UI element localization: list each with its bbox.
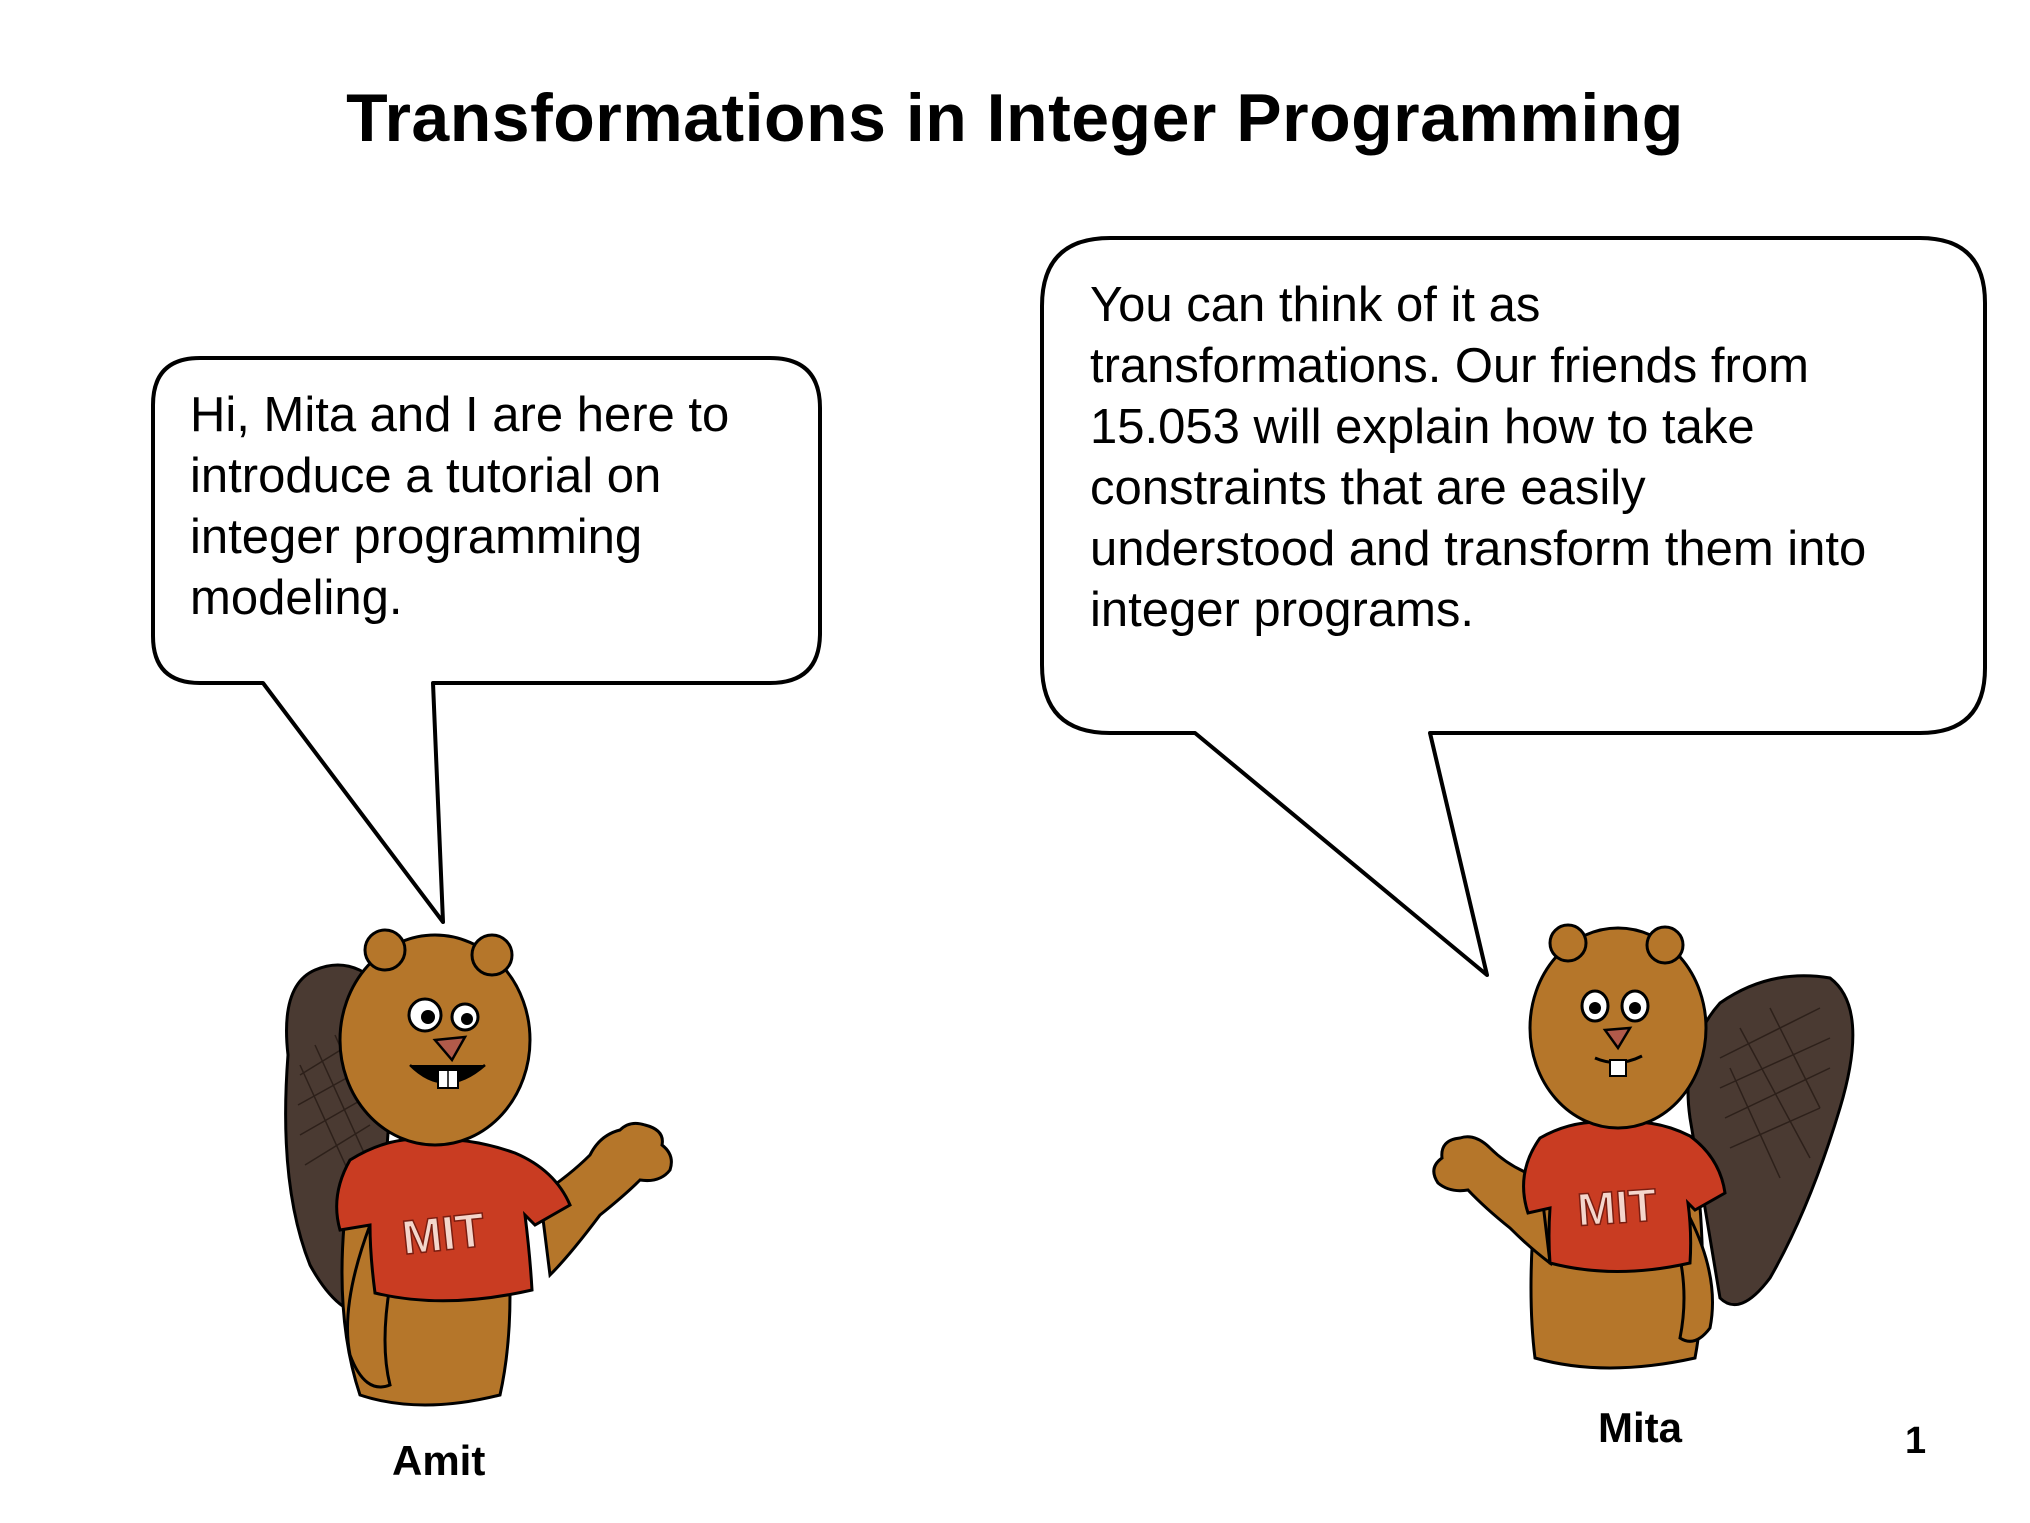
- right-ear: [470, 933, 514, 977]
- left-ear: [1548, 923, 1588, 963]
- mita-beaver-illustration: MIT: [1432, 923, 1855, 1370]
- amit-shirt-text: MIT: [400, 1204, 488, 1265]
- amit-beaver-illustration: MIT: [284, 928, 673, 1407]
- tail: [1686, 974, 1855, 1307]
- mita-name-label: Mita: [1598, 1404, 1682, 1451]
- page-number: 1: [1905, 1420, 1927, 1462]
- amit-name-label: Amit: [392, 1437, 486, 1484]
- right-speech-text: You can think of it as transformations. …: [1090, 278, 1867, 637]
- mita-shirt-text: MIT: [1576, 1178, 1659, 1235]
- teeth: [1609, 1059, 1627, 1077]
- left-ear: [363, 928, 407, 972]
- right-ear: [1645, 925, 1685, 965]
- left-speech-text: Hi, Mita and I are here to introduce a t…: [190, 388, 730, 625]
